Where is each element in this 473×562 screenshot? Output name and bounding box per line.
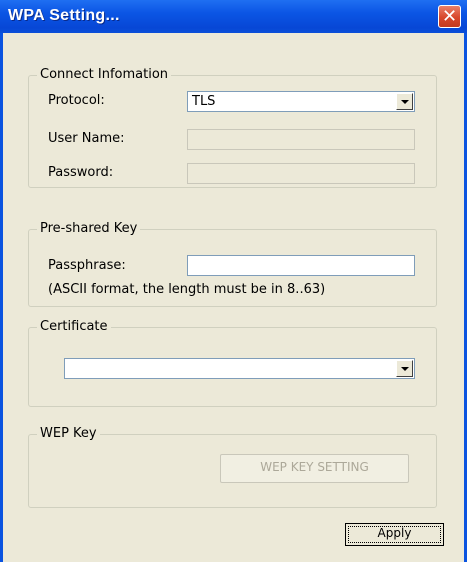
password-label: Password:: [48, 165, 114, 180]
wep-key-legend: WEP Key: [37, 425, 100, 443]
passphrase-field[interactable]: [187, 255, 415, 276]
close-button[interactable]: ✕: [438, 5, 461, 28]
close-icon: ✕: [441, 6, 458, 27]
protocol-select[interactable]: TLS: [187, 91, 415, 112]
username-field[interactable]: [187, 129, 415, 150]
certificate-legend: Certificate: [37, 318, 111, 336]
dialog-body: Connect Infomation Protocol: TLS User Na…: [3, 33, 464, 562]
title-bar[interactable]: WPA Setting... ✕: [0, 0, 467, 33]
protocol-dropdown-button[interactable]: [396, 93, 413, 110]
protocol-value: TLS: [192, 94, 216, 109]
username-label: User Name:: [48, 131, 125, 146]
certificate-dropdown-button[interactable]: [396, 360, 413, 377]
wep-key-setting-button[interactable]: WEP KEY SETTING: [220, 454, 409, 483]
certificate-select[interactable]: [64, 358, 415, 379]
password-field[interactable]: [187, 163, 415, 184]
connect-info-legend: Connect Infomation: [37, 66, 172, 84]
psk-legend: Pre-shared Key: [37, 220, 141, 238]
window-title: WPA Setting...: [8, 7, 120, 24]
passphrase-hint: (ASCII format, the length must be in 8..…: [48, 282, 326, 297]
passphrase-label: Passphrase:: [48, 258, 126, 273]
protocol-label: Protocol:: [48, 93, 105, 108]
apply-button[interactable]: Apply: [345, 523, 444, 546]
apply-label: Apply: [377, 526, 412, 540]
chevron-down-icon: [401, 100, 409, 104]
wpa-setting-dialog: WPA Setting... ✕ Connect Infomation Prot…: [0, 0, 467, 562]
chevron-down-icon: [401, 367, 409, 371]
